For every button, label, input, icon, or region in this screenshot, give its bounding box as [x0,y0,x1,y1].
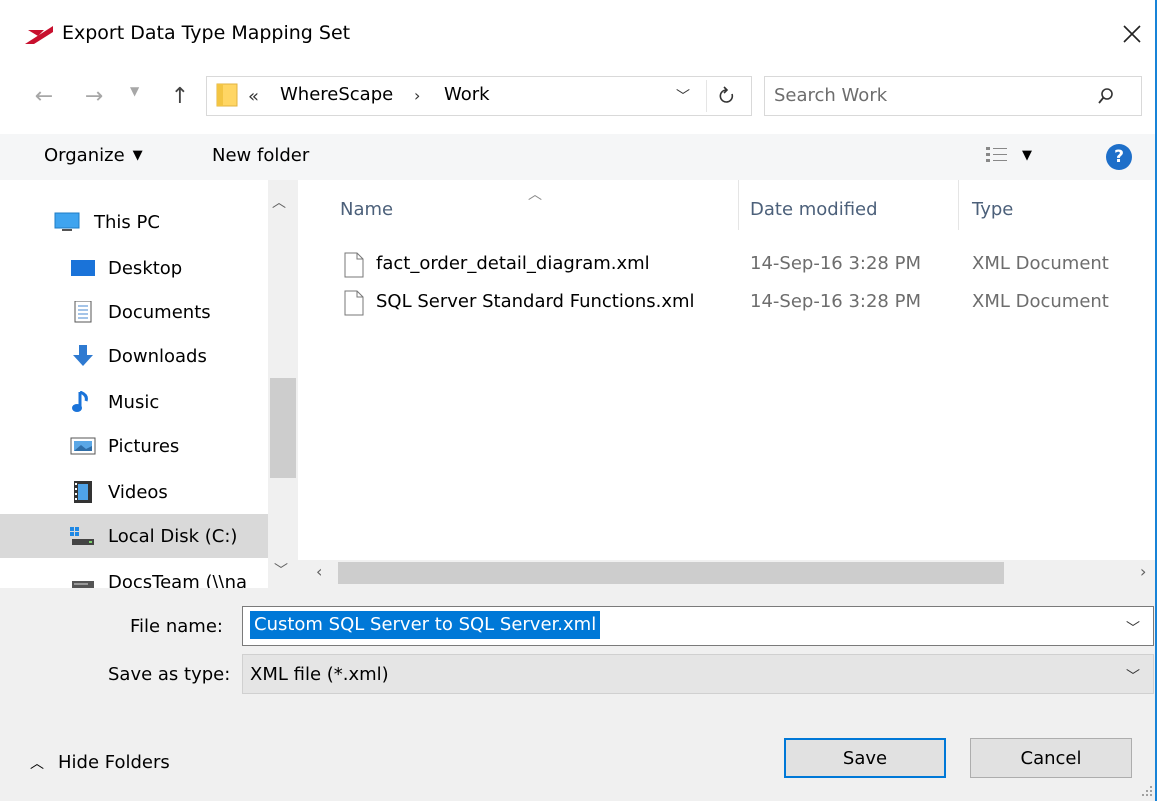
file-name-label: File name: [130,616,223,637]
file-type: XML Document [972,291,1109,312]
download-arrow-icon [73,345,93,366]
column-header-type[interactable]: Type [972,199,1013,220]
desktop-icon [71,260,95,276]
chevron-up-icon: ︿ [30,755,44,772]
network-drive-icon [72,581,94,588]
window-title: Export Data Type Mapping Set [62,22,351,44]
this-pc-icon [54,212,80,231]
nav-item-label: Desktop [108,257,183,279]
app-logo-icon [25,26,53,44]
file-list[interactable] [298,180,1157,560]
nav-item-documents[interactable]: Documents [0,290,268,334]
file-type: XML Document [972,253,1109,274]
chevron-down-icon: ﹀ [1126,621,1140,637]
music-note-icon [72,391,88,412]
command-bar [0,134,1157,180]
nav-item-desktop[interactable]: Desktop [0,246,268,290]
file-name: fact_order_detail_diagram.xml [376,253,650,274]
change-view-button[interactable]: ▼ [986,146,1032,164]
arrow-right-icon: → [84,83,104,109]
nav-item-local-disk[interactable]: Local Disk (C:) [0,514,268,558]
file-name-dropdown-button[interactable]: ﹀ [1126,618,1140,638]
file-date: 14-Sep-16 3:28 PM [750,253,921,274]
pictures-icon [70,437,96,455]
nav-item-label: DocsTeam (\\na [108,571,248,589]
breadcrumb-work[interactable]: Work [444,84,490,105]
save-as-type-value: XML file (*.xml) [250,664,389,685]
close-icon [1123,25,1141,43]
file-icon [344,290,364,316]
file-row[interactable]: fact_order_detail_diagram.xml 14-Sep-16 … [340,248,1140,282]
address-dropdown-button[interactable]: ﹀ [676,86,690,106]
breadcrumb-separator[interactable]: › [414,86,420,105]
scroll-right-icon[interactable]: › [1140,562,1146,581]
breadcrumb-wherescape[interactable]: WhereScape [280,84,393,105]
arrow-up-icon: ↑ [170,83,190,109]
close-button[interactable] [1112,14,1152,54]
new-folder-button[interactable]: New folder [212,145,309,166]
nav-item-label: Pictures [108,435,180,457]
organize-button[interactable]: Organize ▼ [44,145,143,166]
arrow-left-icon: ← [34,83,54,109]
nav-item-downloads[interactable]: Downloads [0,334,268,378]
file-icon [344,252,364,278]
hide-folders-button[interactable]: ︿ Hide Folders [30,752,170,773]
navigation-pane[interactable]: This PC Desktop Documents Downloads Musi… [0,180,298,588]
sort-ascending-icon: ︿ [528,187,542,203]
file-date: 14-Sep-16 3:28 PM [750,291,921,312]
resize-grip-icon[interactable] [1140,784,1154,798]
chevron-down-icon: ▼ [130,84,140,98]
refresh-button[interactable] [706,80,746,112]
forward-button[interactable]: → [80,82,108,110]
nav-scroll-thumb[interactable] [270,378,296,478]
nav-item-videos[interactable]: Videos [0,470,268,514]
column-divider[interactable] [738,180,739,230]
help-button[interactable]: ? [1106,144,1132,170]
save-button[interactable]: Save [784,738,946,778]
column-header-name[interactable]: Name [340,199,393,220]
local-disk-icon [70,527,94,545]
videos-icon [74,481,92,503]
caret-down-icon: ▼ [132,148,143,163]
recent-locations-button[interactable]: ▼ [130,84,139,98]
organize-label: Organize [44,145,125,166]
refresh-icon [719,86,733,103]
nav-item-label: Downloads [108,345,207,367]
nav-item-label: This PC [94,211,160,233]
scroll-down-icon[interactable]: ﹀ [274,560,288,580]
chevron-down-icon: ﹀ [1126,669,1140,685]
search-input[interactable] [774,80,1074,110]
nav-item-docsteam[interactable]: DocsTeam (\\na [0,560,268,588]
nav-item-music[interactable]: Music [0,380,268,424]
save-as-type-dropdown-button[interactable]: ﹀ [1126,666,1140,686]
breadcrumb-overflow[interactable]: « [248,86,259,107]
nav-item-label: Documents [108,301,211,323]
back-button[interactable]: ← [30,82,58,110]
scroll-up-icon[interactable]: ︿ [272,192,286,212]
nav-item-label: Videos [108,481,168,503]
scroll-left-icon[interactable]: ‹ [316,562,322,581]
folder-icon [216,83,238,107]
column-header-date[interactable]: Date modified [750,199,878,220]
column-divider[interactable] [958,180,959,230]
up-button[interactable]: ↑ [166,82,194,110]
file-name: SQL Server Standard Functions.xml [376,291,695,312]
save-as-type-label: Save as type: [108,664,231,685]
nav-item-label: Music [108,391,160,413]
caret-down-icon: ▼ [1022,147,1032,163]
file-name-input[interactable]: Custom SQL Server to SQL Server.xml [250,611,601,639]
cancel-button[interactable]: Cancel [970,738,1132,778]
nav-item-label: Local Disk (C:) [108,525,238,547]
documents-icon [74,301,92,323]
search-button[interactable] [1092,82,1120,110]
nav-item-pictures[interactable]: Pictures [0,424,268,468]
file-row[interactable]: SQL Server Standard Functions.xml 14-Sep… [340,286,1140,320]
chevron-down-icon: ﹀ [676,89,690,105]
hide-folders-label: Hide Folders [58,752,170,773]
nav-item-this-pc[interactable]: This PC [0,200,268,244]
horizontal-scroll-thumb[interactable] [338,562,1004,584]
view-details-icon [986,147,1007,162]
search-icon [1098,88,1113,104]
